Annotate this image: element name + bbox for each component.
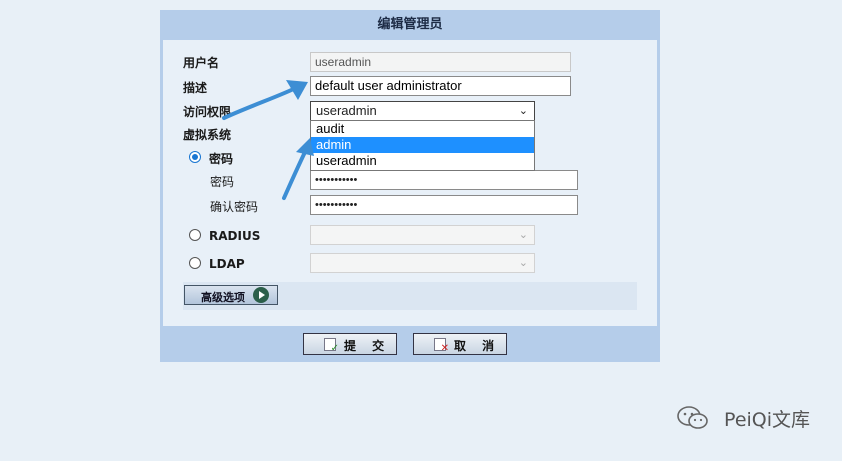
wechat-icon: [676, 405, 710, 436]
annotation-arrows: [222, 80, 314, 200]
watermark-text: PeiQi文库: [724, 409, 811, 431]
arrow-to-dropdown: [282, 138, 314, 200]
watermark: PeiQi文库: [676, 405, 810, 436]
arrow-to-description: [222, 80, 308, 120]
